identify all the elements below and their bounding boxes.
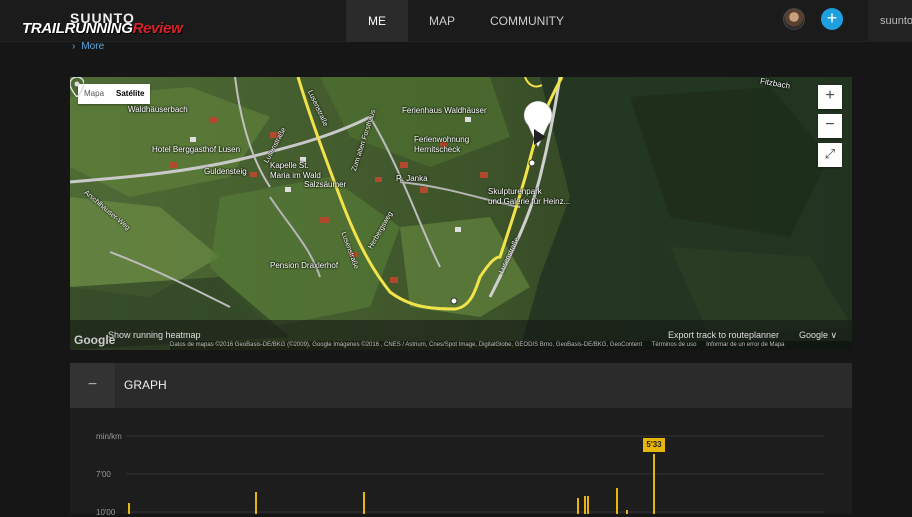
export-track-link[interactable]: Export track to routeplanner	[668, 330, 779, 340]
route-map[interactable]: Waldhäuserbach Fitzbach Hotel Berggastho…	[70, 77, 852, 350]
map-provider-select[interactable]: Google ∨	[799, 330, 837, 341]
nav-community[interactable]: COMMUNITY	[490, 0, 564, 42]
map-label-waldhauserbach: Waldhäuserbach	[128, 105, 188, 114]
graph-section-header: − GRAPH	[70, 363, 852, 408]
attribution-data: Datos de mapas ©2016 GeoBasis-DE/BKG (©2…	[170, 342, 643, 348]
map-label-ferienhaus: Ferienhaus Waldhäuser	[402, 106, 487, 115]
pace-bar	[616, 488, 618, 514]
nav-me[interactable]: ME	[346, 0, 408, 42]
map-label-skulpturenpark: Skulpturenpark und Galerie für Heinz...	[488, 187, 571, 206]
heatmap-toggle[interactable]: Show running heatmap	[108, 330, 201, 340]
pace-bar	[255, 492, 257, 514]
watermark-main: TRAILRUNNING	[22, 20, 133, 37]
report-error-link[interactable]: Informar de un error de Mapa	[706, 342, 784, 348]
map-label-pension: Pension Draxlerhof	[270, 261, 339, 270]
map-type-toggle: Mapa Satélite	[78, 84, 151, 104]
chevron-right-icon: ›	[72, 41, 76, 52]
pace-bar	[577, 498, 579, 514]
avatar[interactable]	[783, 8, 805, 30]
user-menu[interactable]: suunto.	[868, 0, 912, 42]
y-axis-unit: min/km	[96, 432, 122, 441]
pace-bar	[587, 496, 589, 514]
watermark-accent: Review	[132, 20, 183, 37]
map-label-hotel: Hotel Berggasthof Lusen	[152, 145, 241, 154]
graph-title: GRAPH	[124, 378, 167, 392]
pace-bar	[363, 492, 365, 514]
top-navigation-bar: SUUNTO TRAILRUNNINGReview ME MAP COMMUNI…	[0, 0, 912, 42]
fullscreen-button[interactable]: ⤢	[818, 143, 842, 167]
map-label-janka: R. Janka	[396, 174, 428, 183]
map-label-salzsaumer: Salzsäumer	[304, 180, 347, 189]
trailrunning-review-watermark: TRAILRUNNINGReview	[22, 20, 183, 37]
nav-map[interactable]: MAP	[420, 0, 464, 42]
pace-tooltip: 5'33	[643, 438, 665, 452]
pace-graph[interactable]	[70, 408, 852, 514]
add-button[interactable]: +	[821, 8, 843, 30]
pace-bar	[626, 510, 628, 514]
satellite-imagery	[70, 77, 852, 350]
heatmap-pin-icon[interactable]	[70, 77, 84, 97]
map-label-guldensteig: Guldensteig	[204, 167, 247, 176]
map-type-satelite[interactable]: Satélite	[110, 84, 150, 104]
y-tick-label: 10'00	[96, 508, 116, 517]
more-link-label: More	[81, 41, 105, 52]
terms-link[interactable]: Términos de uso	[652, 342, 697, 348]
map-label-kapelle: Kapelle St. Maria im Wald	[270, 161, 321, 180]
collapse-graph-button[interactable]: −	[70, 363, 115, 408]
map-attribution: Datos de mapas ©2016 GeoBasis-DE/BKG (©2…	[170, 341, 852, 350]
y-tick-label: 7'00	[96, 470, 111, 479]
zoom-out-button[interactable]: −	[818, 114, 842, 138]
pace-bar-peak	[653, 454, 655, 514]
more-link[interactable]: › More	[72, 41, 104, 52]
zoom-in-button[interactable]: +	[818, 85, 842, 109]
pace-chart-svg	[126, 435, 824, 514]
google-logo: Google	[74, 333, 116, 347]
map-label-ferienwohnung: Ferienwohnung Hernitscheck	[414, 135, 470, 154]
pace-bar	[584, 496, 586, 514]
pace-bar	[128, 503, 130, 514]
